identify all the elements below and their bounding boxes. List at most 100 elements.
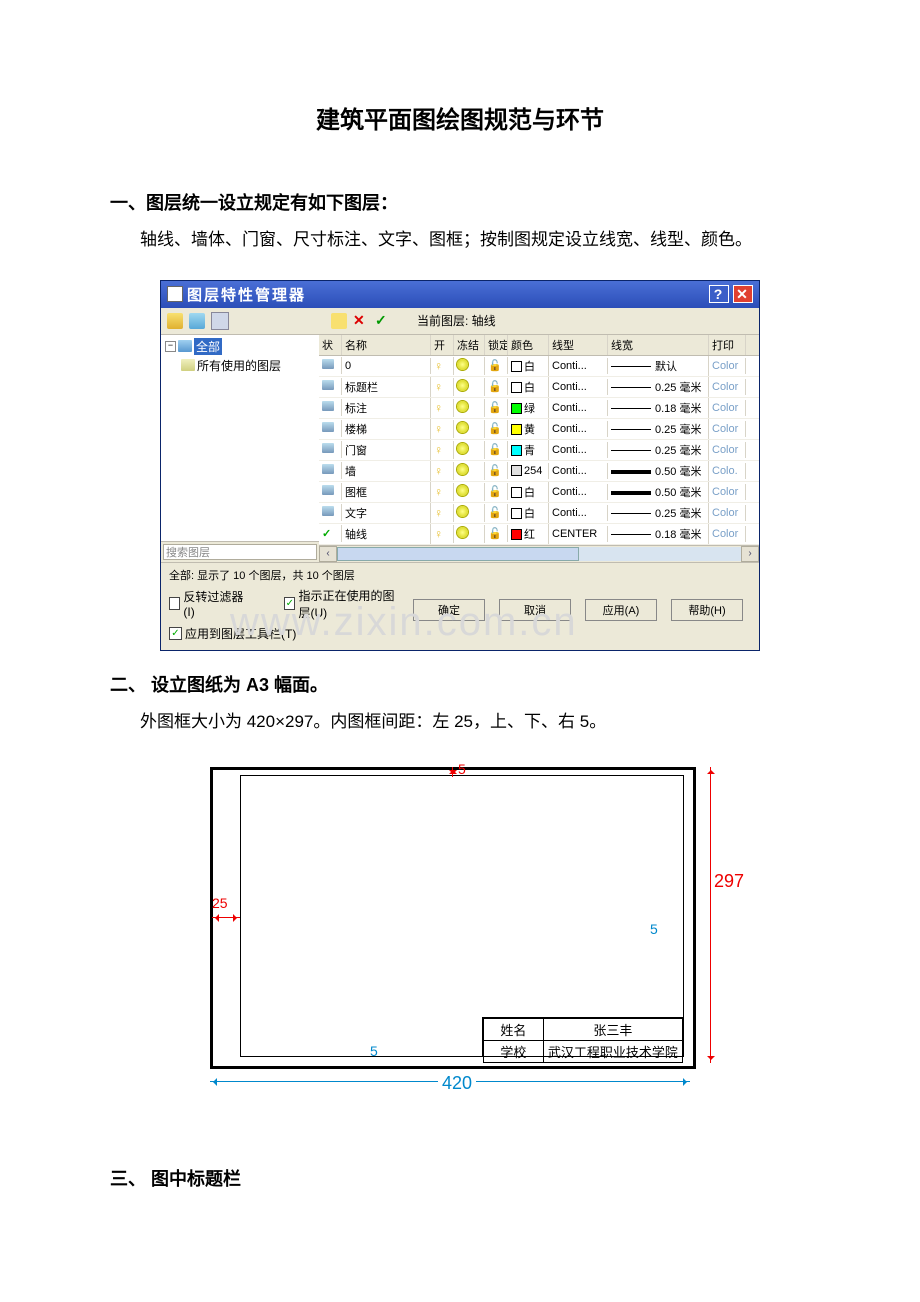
col-freeze[interactable]: 冻结	[454, 335, 485, 355]
set-current-icon[interactable]	[331, 313, 347, 329]
lock-icon[interactable]: 🔓	[488, 444, 502, 456]
layer-lineweight[interactable]: 0.18 毫米	[608, 398, 709, 418]
cancel-button[interactable]: 取消	[499, 599, 571, 621]
layer-lineweight[interactable]: 0.25 毫米	[608, 503, 709, 523]
grid-scrollbar[interactable]: ‹ ›	[319, 545, 759, 562]
sun-icon[interactable]	[457, 359, 468, 370]
layer-linetype[interactable]: Conti...	[549, 379, 608, 395]
current-check-icon[interactable]: ✓	[375, 313, 391, 329]
lightbulb-icon[interactable]: ♀	[434, 464, 443, 478]
layer-linetype[interactable]: Conti...	[549, 421, 608, 437]
layer-row[interactable]: 墙♀🔓254Conti...0.50 毫米Colo.	[319, 461, 759, 482]
layer-lineweight[interactable]: 0.18 毫米	[608, 524, 709, 544]
layer-row[interactable]: 门窗♀🔓青Conti...0.25 毫米Color	[319, 440, 759, 461]
sun-icon[interactable]	[457, 443, 468, 454]
scroll-track[interactable]	[337, 547, 741, 561]
layer-linetype[interactable]: Conti...	[549, 400, 608, 416]
sun-icon[interactable]	[457, 485, 468, 496]
sun-icon[interactable]	[457, 527, 468, 538]
layer-row[interactable]: 标题栏♀🔓白Conti...0.25 毫米Color	[319, 377, 759, 398]
col-on[interactable]: 开	[431, 335, 454, 355]
scroll-right-icon[interactable]: ›	[741, 546, 759, 562]
layer-linetype[interactable]: Conti...	[549, 505, 608, 521]
help-button[interactable]: 帮助(H)	[671, 599, 743, 621]
layer-plot[interactable]: Color	[709, 421, 746, 437]
layer-row[interactable]: 标注♀🔓绿Conti...0.18 毫米Color	[319, 398, 759, 419]
layer-row[interactable]: 楼梯♀🔓黄Conti...0.25 毫米Color	[319, 419, 759, 440]
layer-plot[interactable]: Color	[709, 505, 746, 521]
tree-root[interactable]: − 全部	[163, 337, 321, 356]
lightbulb-icon[interactable]: ♀	[434, 380, 443, 394]
layer-color[interactable]: 白	[508, 482, 549, 502]
layer-linetype[interactable]: Conti...	[549, 358, 608, 374]
sun-icon[interactable]	[457, 401, 468, 412]
layer-color[interactable]: 254	[508, 463, 549, 479]
lightbulb-icon[interactable]: ♀	[434, 422, 443, 436]
layer-color[interactable]: 红	[508, 524, 549, 544]
layer-linetype[interactable]: Conti...	[549, 463, 608, 479]
sun-icon[interactable]	[457, 464, 468, 475]
lock-icon[interactable]: 🔓	[488, 528, 502, 540]
col-color[interactable]: 颜色	[508, 335, 549, 355]
sun-icon[interactable]	[457, 380, 468, 391]
col-plot[interactable]: 打印	[709, 335, 746, 355]
lock-icon[interactable]: 🔓	[488, 381, 502, 393]
layer-row[interactable]: ✓轴线♀🔓红CENTER0.18 毫米Color	[319, 524, 759, 545]
inuse-checkbox[interactable]: ✓ 指示正在使用的图层(U)	[284, 587, 405, 621]
layer-states-icon[interactable]	[211, 312, 229, 330]
layer-plot[interactable]: Color	[709, 526, 746, 542]
lock-icon[interactable]: 🔓	[488, 360, 502, 372]
layer-plot[interactable]: Color	[709, 358, 746, 374]
tree-child[interactable]: 所有使用的图层	[163, 356, 321, 375]
invert-filter-checkbox[interactable]: 反转过滤器(I)	[169, 587, 244, 621]
new-layer-vp-icon[interactable]	[189, 313, 205, 329]
layer-color[interactable]: 白	[508, 377, 549, 397]
layer-lineweight[interactable]: 0.25 毫米	[608, 440, 709, 460]
lock-icon[interactable]: 🔓	[488, 465, 502, 477]
collapse-icon[interactable]: −	[165, 341, 176, 352]
layer-lineweight[interactable]: 0.50 毫米	[608, 482, 709, 502]
layer-color[interactable]: 黄	[508, 419, 549, 439]
layer-lineweight[interactable]: 0.25 毫米	[608, 419, 709, 439]
layer-color[interactable]: 绿	[508, 398, 549, 418]
layer-linetype[interactable]: CENTER	[549, 526, 608, 542]
lightbulb-icon[interactable]: ♀	[434, 485, 443, 499]
search-input[interactable]	[163, 544, 317, 560]
layer-row[interactable]: 图框♀🔓白Conti...0.50 毫米Color	[319, 482, 759, 503]
apply-toolbar-checkbox[interactable]: ✓ 应用到图层工具栏(T)	[169, 625, 405, 642]
lock-icon[interactable]: 🔓	[488, 423, 502, 435]
layer-linetype[interactable]: Conti...	[549, 442, 608, 458]
scroll-thumb[interactable]	[337, 547, 579, 561]
lightbulb-icon[interactable]: ♀	[434, 443, 443, 457]
sun-icon[interactable]	[457, 506, 468, 517]
layer-row[interactable]: 文字♀🔓白Conti...0.25 毫米Color	[319, 503, 759, 524]
layer-color[interactable]: 白	[508, 356, 549, 376]
delete-layer-icon[interactable]: ✕	[353, 313, 369, 329]
col-state[interactable]: 状	[319, 335, 342, 355]
layer-color[interactable]: 青	[508, 440, 549, 460]
layer-lineweight[interactable]: 0.50 毫米	[608, 461, 709, 481]
lightbulb-icon[interactable]: ♀	[434, 506, 443, 520]
col-lock[interactable]: 锁定	[485, 335, 508, 355]
close-icon[interactable]: ✕	[733, 285, 753, 303]
layer-plot[interactable]: Color	[709, 484, 746, 500]
layer-row[interactable]: 0♀🔓白Conti...默认Color	[319, 356, 759, 377]
lightbulb-icon[interactable]: ♀	[434, 527, 443, 541]
layer-lineweight[interactable]: 0.25 毫米	[608, 377, 709, 397]
lightbulb-icon[interactable]: ♀	[434, 359, 443, 373]
layer-color[interactable]: 白	[508, 503, 549, 523]
lock-icon[interactable]: 🔓	[488, 402, 502, 414]
layer-plot[interactable]: Color	[709, 442, 746, 458]
lock-icon[interactable]: 🔓	[488, 507, 502, 519]
layer-plot[interactable]: Colo.	[709, 463, 746, 479]
sun-icon[interactable]	[457, 422, 468, 433]
layer-linetype[interactable]: Conti...	[549, 484, 608, 500]
ok-button[interactable]: 确定	[413, 599, 485, 621]
new-layer-icon[interactable]	[167, 313, 183, 329]
apply-button[interactable]: 应用(A)	[585, 599, 657, 621]
col-name[interactable]: 名称	[342, 335, 431, 355]
layer-plot[interactable]: Color	[709, 379, 746, 395]
col-lw[interactable]: 线宽	[608, 335, 709, 355]
lock-icon[interactable]: 🔓	[488, 486, 502, 498]
layer-plot[interactable]: Color	[709, 400, 746, 416]
